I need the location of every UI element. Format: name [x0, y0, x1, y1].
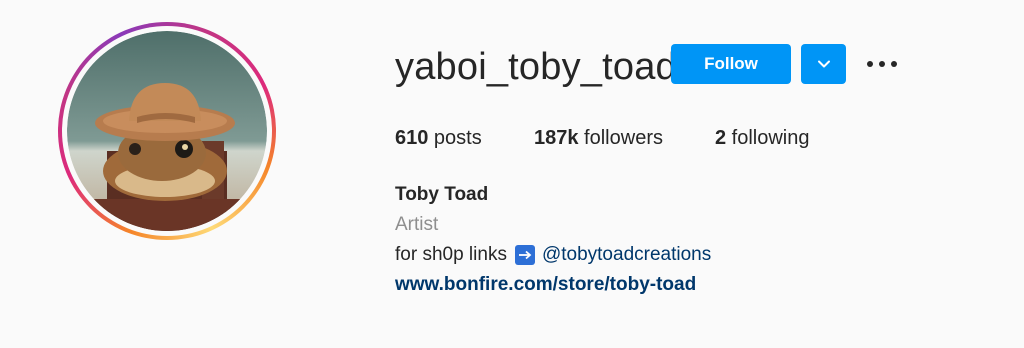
more-options-icon	[867, 61, 897, 67]
chevron-down-icon	[817, 60, 830, 68]
followers-stat[interactable]: 187k followers	[534, 124, 663, 152]
following-stat[interactable]: 2 following	[715, 124, 810, 152]
following-label: following	[726, 127, 810, 149]
posts-stat: 610 posts	[395, 124, 482, 152]
suggested-accounts-button[interactable]	[801, 44, 846, 84]
website-link[interactable]: www.bonfire.com/store/toby-toad	[395, 270, 711, 300]
profile-header: yaboi_toby_toad Follow 610 posts 187k fo…	[0, 0, 1024, 348]
right-arrow-icon	[514, 245, 535, 265]
profile-bio: Toby Toad Artist for sh0p links @tobytoa…	[395, 180, 711, 300]
profile-stats: 610 posts 187k followers 2 following	[395, 124, 862, 152]
following-count: 2	[714, 127, 727, 149]
posts-count: 610	[395, 127, 429, 149]
follow-button[interactable]: Follow	[671, 44, 791, 84]
bio-shop-text: for sh0p links	[395, 244, 507, 265]
followers-label: followers	[578, 127, 663, 149]
posts-label: posts	[428, 127, 482, 149]
profile-username: yaboi_toby_toad	[395, 46, 677, 88]
bio-shop-line: for sh0p links @tobytoadcreations	[395, 240, 711, 270]
story-ring[interactable]	[58, 22, 276, 240]
more-options-button[interactable]	[862, 48, 902, 80]
bio-mention-link[interactable]: @tobytoadcreations	[542, 240, 711, 270]
profile-full-name: Toby Toad	[395, 184, 489, 205]
profile-avatar[interactable]	[67, 31, 267, 231]
followers-count: 187k	[534, 127, 579, 149]
profile-category: Artist	[395, 214, 439, 235]
